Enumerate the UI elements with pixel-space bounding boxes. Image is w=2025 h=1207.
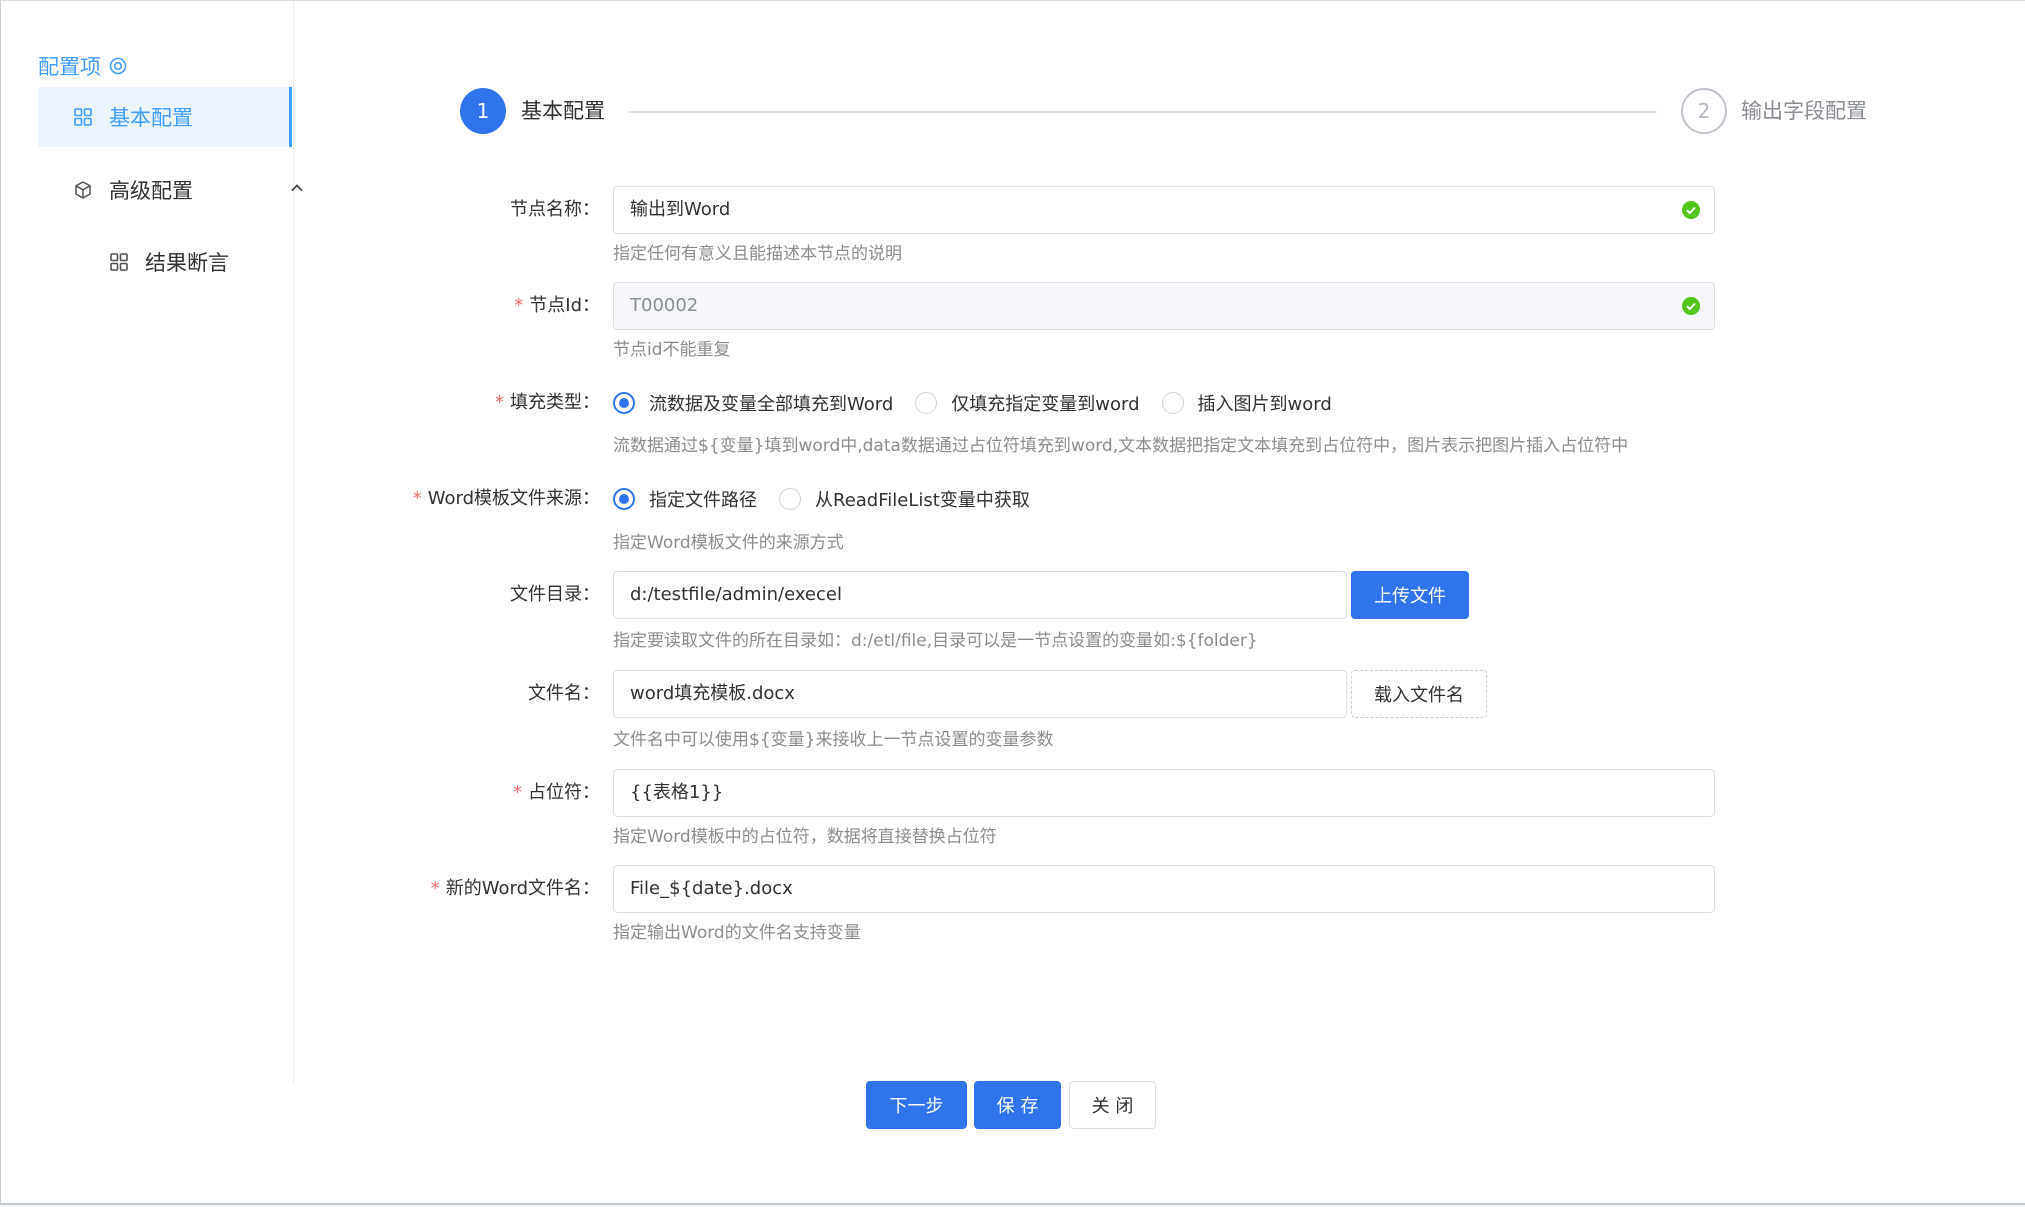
radio-dot <box>1161 392 1184 414</box>
page: 配置项 基本配置 高级配置 结果断言 1 基本配置 2 输出字段配置 节点名称：… <box>0 0 2025 1205</box>
node-name-input[interactable]: 输出到Word <box>613 186 1715 234</box>
placeholder-label: * 占位符： <box>513 782 600 803</box>
fill-type-option-variables[interactable]: 仅填充指定变量到word <box>915 390 1140 416</box>
file-dir-input[interactable]: d:/testfile/admin/execel <box>613 571 1347 619</box>
grid-icon <box>73 107 93 127</box>
sidebar-item-label: 结果断言 <box>145 251 229 275</box>
check-circle-icon <box>1682 201 1700 219</box>
step-2-label[interactable]: 输出字段配置 <box>1741 96 1867 126</box>
template-source-option-variable[interactable]: 从ReadFileList变量中获取 <box>779 486 1030 512</box>
sidebar-item-advanced-config[interactable]: 高级配置 <box>38 160 327 220</box>
placeholder-hint: 指定Word模板中的占位符，数据将直接替换占位符 <box>613 827 997 847</box>
close-button[interactable]: 关 闭 <box>1069 1081 1156 1129</box>
save-button[interactable]: 保 存 <box>974 1081 1061 1129</box>
fill-type-label: * 填充类型： <box>495 392 600 413</box>
target-icon <box>109 57 127 75</box>
node-id-input: T00002 <box>613 282 1715 330</box>
sidebar-title-text: 配置项 <box>38 55 101 79</box>
node-name-label: 节点名称： <box>510 199 600 220</box>
radio-dot <box>613 488 635 510</box>
sidebar-item-label: 高级配置 <box>109 179 193 203</box>
template-source-label: * Word模板文件来源： <box>412 488 600 509</box>
node-id-hint: 节点id不能重复 <box>613 340 731 360</box>
step-1-label[interactable]: 基本配置 <box>521 96 605 126</box>
step-1-circle[interactable]: 1 <box>460 88 506 134</box>
file-name-label: 文件名： <box>528 683 600 704</box>
check-circle-icon <box>1682 297 1700 315</box>
file-name-hint: 文件名中可以使用${变量}来接收上一节点设置的变量参数 <box>613 730 1054 750</box>
new-file-name-label: * 新的Word文件名： <box>430 878 600 899</box>
fill-type-option-image[interactable]: 插入图片到word <box>1161 390 1332 416</box>
chevron-up-icon[interactable] <box>289 180 305 196</box>
sidebar-item-basic-config[interactable]: 基本配置 <box>38 87 292 147</box>
cube-icon <box>73 180 93 200</box>
file-dir-hint: 指定要读取文件的所在目录如：d:/etl/file,目录可以是一节点设置的变量如… <box>613 631 1258 651</box>
template-source-radio-group: 指定文件路径 从ReadFileList变量中获取 <box>613 475 1052 523</box>
radio-dot <box>779 488 801 510</box>
sidebar: 配置项 基本配置 高级配置 结果断言 <box>1 1 303 1084</box>
radio-dot <box>915 392 938 414</box>
step-2-circle[interactable]: 2 <box>1681 88 1727 134</box>
file-name-input[interactable]: word填充模板.docx <box>613 670 1347 718</box>
fill-type-radio-group: 流数据及变量全部填充到Word 仅填充指定变量到word 插入图片到word <box>613 379 1354 427</box>
sidebar-item-label: 基本配置 <box>109 106 193 130</box>
node-id-label: * 节点Id： <box>514 295 600 316</box>
radio-dot <box>613 392 635 414</box>
placeholder-input[interactable]: {{表格1}} <box>613 769 1715 817</box>
new-file-name-hint: 指定输出Word的文件名支持变量 <box>613 923 861 943</box>
next-step-button[interactable]: 下一步 <box>866 1081 967 1129</box>
sidebar-title: 配置项 <box>38 51 127 81</box>
step-connector <box>629 111 1657 113</box>
grid-icon <box>109 252 129 272</box>
template-source-hint: 指定Word模板文件的来源方式 <box>613 533 844 553</box>
template-source-option-path[interactable]: 指定文件路径 <box>613 486 757 512</box>
upload-file-button[interactable]: 上传文件 <box>1351 571 1469 619</box>
load-file-name-button[interactable]: 载入文件名 <box>1351 670 1487 718</box>
node-name-hint: 指定任何有意义且能描述本节点的说明 <box>613 244 902 264</box>
fill-type-hint: 流数据通过${变量}填到word中,data数据通过占位符填充到word,文本数… <box>613 436 1629 456</box>
sidebar-item-result-assert[interactable]: 结果断言 <box>38 232 363 292</box>
file-dir-label: 文件目录： <box>510 584 600 605</box>
fill-type-option-all[interactable]: 流数据及变量全部填充到Word <box>613 390 893 416</box>
new-file-name-input[interactable]: File_${date}.docx <box>613 865 1715 913</box>
